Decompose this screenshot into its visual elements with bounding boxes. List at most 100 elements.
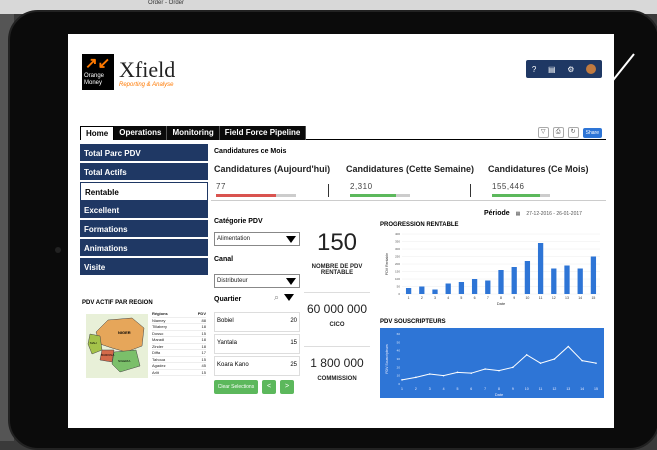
data-point[interactable] [567, 345, 570, 348]
x-tick-label: 6 [474, 296, 476, 300]
bar-chart-progression[interactable]: 0501001502002503003504001 2 3 4 5 6 7 8 9 10 11 12 1… [380, 230, 604, 310]
refresh-icon[interactable]: ↻ [567, 127, 579, 138]
bar[interactable] [432, 289, 438, 295]
data-point[interactable] [512, 366, 514, 369]
region-name: Dosso [152, 330, 164, 336]
data-point[interactable] [498, 369, 500, 372]
quartier-row[interactable]: Koara Kano 25 [214, 356, 300, 376]
menu-item-formations[interactable]: Formations [80, 220, 208, 239]
quartier-count: 20 [290, 318, 297, 324]
menu-item-animations[interactable]: Animations [80, 239, 208, 258]
orange-money-logo: ↗↙ Orange Money [82, 54, 114, 90]
bar[interactable] [485, 280, 491, 295]
data-point[interactable] [456, 371, 459, 374]
bar[interactable] [590, 256, 597, 295]
bar[interactable] [419, 286, 425, 295]
periode-label: Période [484, 210, 510, 217]
menu-item-rentable[interactable]: Rentable [80, 182, 208, 201]
quartier-count: 15 [290, 340, 297, 346]
x-tick-label: 7 [487, 296, 489, 300]
menu-item-total-parc-pdv[interactable]: Total Parc PDV [80, 144, 208, 163]
gear-icon[interactable]: ⚙ [567, 65, 574, 74]
x-tick-label: 3 [429, 387, 431, 391]
y-axis-label: PDV Rentable [385, 253, 389, 275]
help-icon[interactable]: ? [532, 65, 536, 74]
tab-monitoring[interactable]: Monitoring [167, 126, 220, 140]
y-tick-label: 30 [397, 357, 401, 361]
share-button[interactable]: Share [582, 127, 602, 138]
filter-icon[interactable]: ▽ [537, 127, 549, 138]
logo-text: Orange Money [84, 73, 105, 86]
bar[interactable] [551, 268, 557, 295]
clear-selections-button[interactable]: Clear Selections [214, 380, 258, 394]
next-button[interactable]: > [280, 380, 294, 394]
x-tick-label: 4 [443, 387, 445, 391]
bar[interactable] [405, 288, 412, 294]
kpi-pdv-value: 150 [316, 229, 358, 256]
region-pdv: 17 [201, 350, 206, 355]
bar[interactable] [564, 265, 570, 295]
print-icon[interactable]: ⎙ [552, 127, 564, 138]
bar[interactable] [498, 270, 504, 294]
x-tick-label: 9 [512, 387, 514, 391]
data-point[interactable] [553, 358, 556, 360]
quartier-row[interactable]: Yantala 15 [214, 334, 300, 354]
bar[interactable] [511, 267, 517, 294]
chart-title-progression: PROGRESSION RENTABLE [380, 222, 459, 228]
bar[interactable] [524, 261, 531, 294]
bar[interactable] [471, 279, 478, 294]
bar[interactable] [537, 243, 544, 294]
x-tick-label: 5 [460, 296, 462, 300]
tab-operations[interactable]: Operations [114, 126, 168, 140]
data-point[interactable] [470, 372, 473, 374]
divider [211, 200, 606, 201]
avatar[interactable] [586, 64, 597, 74]
menu-item-visite[interactable]: Visite [80, 258, 208, 277]
menu-item-total-actifs[interactable]: Total Actifs [80, 163, 208, 182]
data-point[interactable] [581, 359, 583, 362]
line-chart-souscripteurs[interactable]: 01020304050601 2 3 4 5 6 7 8 9 10 11 12 13 14 15DatePD… [380, 328, 604, 398]
tab-field-force-pipeline[interactable]: Field Force Pipeline [219, 126, 307, 140]
menu-item-excellent[interactable]: Excellent [80, 201, 208, 220]
canal-dropdown[interactable]: Distributeur [214, 274, 300, 288]
data-point[interactable] [539, 362, 542, 364]
data-point[interactable] [525, 354, 528, 356]
calendar-icon[interactable]: ▦ [516, 211, 521, 217]
bar[interactable] [458, 282, 465, 294]
quartier-label: Quartier [214, 296, 242, 303]
series-line[interactable] [401, 345, 597, 381]
tab-home[interactable]: Home [80, 126, 115, 140]
brand-name: Xfield [119, 57, 176, 82]
periode-range: 27-12-2016 - 26-01-2017 [526, 211, 582, 217]
periode-filter[interactable]: Période ▦ 27-12-2016 - 26-01-2017 [484, 210, 582, 217]
data-point[interactable] [401, 379, 403, 381]
data-point[interactable] [428, 373, 431, 375]
dropdown-arrow-icon [286, 278, 296, 285]
prev-button[interactable]: < [262, 380, 276, 394]
data-point[interactable] [442, 374, 445, 377]
quartier-name: Yantala [217, 340, 237, 346]
y-tick-label: 60 [397, 332, 401, 336]
categorie-dropdown[interactable]: Alimentation [214, 232, 300, 246]
doc-icon[interactable]: ▤ [548, 65, 556, 74]
x-tick-label: 6 [470, 387, 472, 391]
region-name: Tahoua [152, 356, 166, 362]
x-tick-label: 4 [447, 296, 449, 300]
region-row[interactable]: Arlit 15 [152, 370, 206, 376]
bar[interactable] [577, 268, 583, 295]
map-label-mali: MALI [90, 341, 97, 345]
search-icon[interactable]: ⌕ [274, 292, 279, 303]
region-col-header: Régions [152, 311, 168, 316]
data-point[interactable] [484, 368, 486, 370]
cand-today-value: 77 [216, 182, 226, 191]
x-tick-label: 2 [415, 387, 417, 391]
region-map[interactable]: NIGER MALI BURKINA NIGERIA [86, 314, 148, 378]
dropdown-arrow-icon[interactable] [284, 294, 294, 301]
quartier-row[interactable]: Bobiel 20 [214, 312, 300, 332]
logo-arrows-icon: ↗↙ [85, 55, 111, 72]
data-point[interactable] [415, 376, 417, 379]
data-point[interactable] [595, 362, 597, 364]
bar[interactable] [445, 283, 451, 295]
separator [328, 184, 329, 197]
categorie-value: Alimentation [217, 236, 251, 242]
